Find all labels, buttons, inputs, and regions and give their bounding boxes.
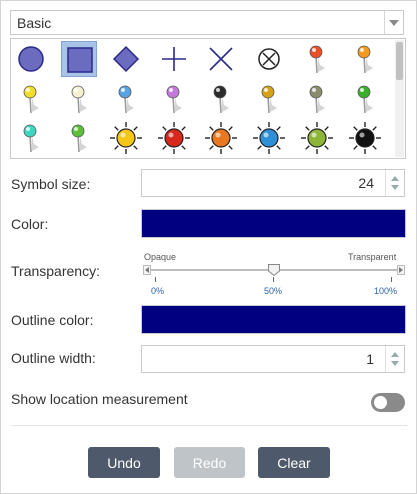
- gallery-scrollbar-thumb[interactable]: [396, 42, 403, 80]
- outline-width-input[interactable]: 1: [141, 345, 405, 373]
- diamond-symbol[interactable]: [108, 41, 144, 77]
- lime-pushpin-icon: [71, 124, 87, 153]
- orange-pushpin-symbol[interactable]: [347, 41, 383, 77]
- red-burst-icon: [158, 122, 190, 154]
- slider-right-arrow[interactable]: [397, 265, 405, 275]
- stepper-down-icon[interactable]: [391, 185, 399, 190]
- show-location-toggle[interactable]: [371, 393, 405, 412]
- symbol-set-value: Basic: [17, 15, 52, 31]
- symbol-size-value: 24: [358, 175, 374, 191]
- opaque-label: Opaque: [144, 252, 177, 262]
- outline-color-swatch[interactable]: [141, 305, 406, 334]
- x-symbol[interactable]: [203, 41, 239, 77]
- red-pushpin-icon: [309, 45, 325, 74]
- transparency-slider[interactable]: 0% 50% 100%: [143, 263, 405, 296]
- outline-width-value: 1: [366, 351, 374, 367]
- black-pushpin-symbol[interactable]: [203, 81, 239, 117]
- undo-button[interactable]: Undo: [88, 447, 160, 478]
- divider: [11, 425, 407, 426]
- symbol-size-input[interactable]: 24: [141, 169, 405, 197]
- tick-100: [391, 277, 392, 282]
- green-burst-icon: [301, 122, 333, 154]
- black-burst-icon: [349, 122, 381, 154]
- cross-icon: [162, 47, 186, 71]
- x-icon: [209, 47, 233, 71]
- symbol-size-stepper[interactable]: [385, 170, 404, 196]
- tick-50: [273, 277, 274, 282]
- slider-left-arrow[interactable]: [143, 265, 151, 275]
- white-pushpin-icon: [71, 85, 87, 114]
- orange-burst-icon: [205, 122, 237, 154]
- square-symbol[interactable]: [61, 41, 97, 77]
- yellow-pushpin-symbol[interactable]: [13, 81, 49, 117]
- stepper-up-icon[interactable]: [391, 176, 399, 181]
- blue-pushpin-icon: [118, 85, 134, 114]
- circle-symbol[interactable]: [13, 41, 49, 77]
- symbol-gallery: [10, 38, 406, 159]
- red-pushpin-symbol[interactable]: [299, 41, 335, 77]
- gray-pushpin-symbol[interactable]: [299, 81, 335, 117]
- symbol-set-dropdown[interactable]: Basic: [10, 10, 404, 35]
- blue-pushpin-symbol[interactable]: [108, 81, 144, 117]
- purple-pushpin-icon: [166, 85, 182, 114]
- gold-pushpin-icon: [261, 85, 277, 114]
- diamond-icon: [112, 45, 140, 73]
- teal-pushpin-symbol[interactable]: [13, 120, 49, 156]
- color-label: Color:: [11, 216, 49, 232]
- gray-pushpin-icon: [309, 85, 325, 114]
- tick-label-0: 0%: [151, 286, 165, 296]
- transparency-label: Transparency:: [11, 263, 100, 279]
- circle-icon: [18, 46, 44, 72]
- blue-burst-symbol[interactable]: [251, 120, 287, 156]
- tick-label-100: 100%: [374, 286, 398, 296]
- yellow-burst-icon: [110, 122, 142, 154]
- cross-symbol[interactable]: [156, 41, 192, 77]
- green-burst-symbol[interactable]: [299, 120, 335, 156]
- show-location-label: Show location measurement: [11, 391, 188, 407]
- orange-burst-symbol[interactable]: [203, 120, 239, 156]
- gallery-scrollbar[interactable]: [395, 40, 404, 157]
- outline-width-label: Outline width:: [11, 350, 96, 366]
- stepper-up-icon[interactable]: [391, 352, 399, 357]
- red-burst-symbol[interactable]: [156, 120, 192, 156]
- orange-pushpin-icon: [357, 45, 373, 74]
- white-pushpin-symbol[interactable]: [61, 81, 97, 117]
- clear-button[interactable]: Clear: [258, 447, 330, 478]
- color-swatch[interactable]: [141, 209, 406, 238]
- blue-burst-icon: [253, 122, 285, 154]
- outline-color-label: Outline color:: [11, 312, 94, 328]
- transparent-label: Transparent: [348, 252, 397, 262]
- outline-width-stepper[interactable]: [385, 346, 404, 372]
- toggle-knob: [374, 396, 387, 409]
- stepper-down-icon[interactable]: [391, 361, 399, 366]
- green-pushpin-symbol[interactable]: [347, 81, 383, 117]
- circle-x-symbol[interactable]: [251, 41, 287, 77]
- redo-button[interactable]: Redo: [174, 447, 245, 478]
- chevron-down-icon[interactable]: [384, 11, 403, 34]
- yellow-burst-symbol[interactable]: [108, 120, 144, 156]
- black-burst-symbol[interactable]: [347, 120, 383, 156]
- tick-label-50: 50%: [264, 286, 283, 296]
- black-pushpin-icon: [213, 85, 229, 114]
- gold-pushpin-symbol[interactable]: [251, 81, 287, 117]
- purple-pushpin-symbol[interactable]: [156, 81, 192, 117]
- teal-pushpin-icon: [23, 124, 39, 153]
- lime-pushpin-symbol[interactable]: [61, 120, 97, 156]
- green-pushpin-icon: [357, 85, 373, 114]
- tick-0: [155, 277, 156, 282]
- yellow-pushpin-icon: [23, 85, 39, 114]
- square-icon: [67, 47, 93, 73]
- slider-thumb[interactable]: [268, 263, 280, 277]
- circle-x-icon: [258, 48, 280, 70]
- symbol-size-label: Symbol size:: [11, 176, 91, 192]
- draw-settings-panel: Basic Symbol size: 24 Color: Transparenc…: [0, 0, 417, 494]
